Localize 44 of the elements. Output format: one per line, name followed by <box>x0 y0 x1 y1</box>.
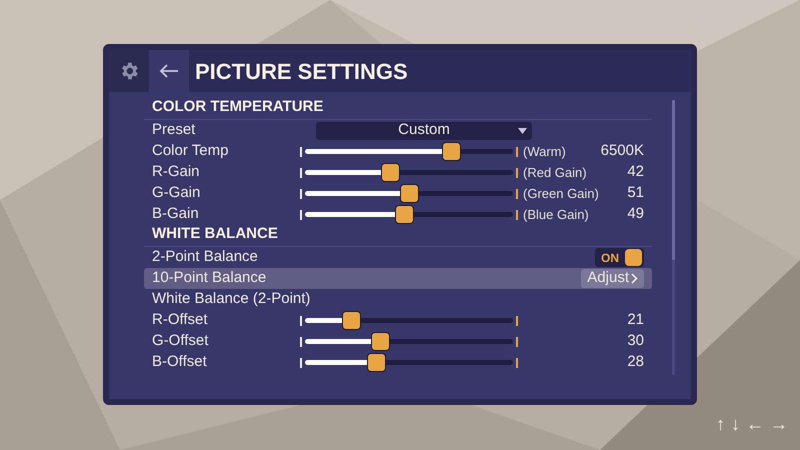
navigation-hint: ↑ <box>716 413 725 436</box>
setting-label: R-Offset <box>152 310 208 330</box>
slider-thumb[interactable] <box>394 205 414 224</box>
section-heading: COLOR TEMPERATURE <box>152 96 324 116</box>
setting-label: Preset <box>152 120 196 140</box>
preset-dropdown[interactable]: Custom <box>316 122 532 140</box>
slider-caption: (Red Gain) <box>522 164 588 182</box>
caret-icon <box>518 128 527 134</box>
setting-label: B-Gain <box>152 204 199 224</box>
navigation-hint: → <box>770 413 788 436</box>
toggle-switch[interactable]: ON <box>595 248 644 267</box>
slider-thumb[interactable] <box>381 163 400 182</box>
slider-thumb[interactable] <box>400 184 419 203</box>
slider-value: 21 <box>626 310 644 330</box>
setting-label: G-Offset <box>152 331 208 352</box>
slider-caption: (Blue Gain) <box>522 206 590 224</box>
navigation-hint: ← <box>746 413 764 436</box>
highlighted-row[interactable]: 10-Point Balance Adjust <box>144 268 652 289</box>
page-title: PICTURE SETTINGS <box>195 58 408 86</box>
setting-label: B-Offset <box>152 352 207 372</box>
setting-label: Color Temp <box>152 141 228 162</box>
section-heading: WHITE BALANCE <box>152 224 278 244</box>
slider-thumb[interactable] <box>442 142 461 161</box>
slider-value: 28 <box>626 352 644 372</box>
slider-value: 49 <box>626 204 644 224</box>
setting-label: G-Gain <box>152 183 200 204</box>
setting-label: White Balance (2-Point) <box>152 289 310 310</box>
slider-thumb[interactable] <box>366 353 386 372</box>
slider-value: 51 <box>626 183 644 204</box>
slider-caption: (Warm) <box>522 142 567 161</box>
slider-thumb[interactable] <box>342 311 361 330</box>
slider-thumb[interactable] <box>370 332 390 351</box>
chevron-icon <box>631 273 638 284</box>
back-icon[interactable] <box>159 63 179 79</box>
slider-value: 6500K <box>600 141 644 162</box>
slider-caption: (Green Gain) <box>522 184 598 203</box>
adjust-button[interactable]: Adjust <box>581 269 644 288</box>
slider-value: 42 <box>626 162 644 182</box>
setting-label: 2-Point Balance <box>152 247 258 268</box>
scrollbar[interactable] <box>672 100 675 375</box>
slider-value: 30 <box>626 331 644 352</box>
setting-label: R-Gain <box>152 162 200 182</box>
navigation-hint: ↓ <box>731 413 740 436</box>
setting-label: 10-Point Balance <box>152 268 266 288</box>
